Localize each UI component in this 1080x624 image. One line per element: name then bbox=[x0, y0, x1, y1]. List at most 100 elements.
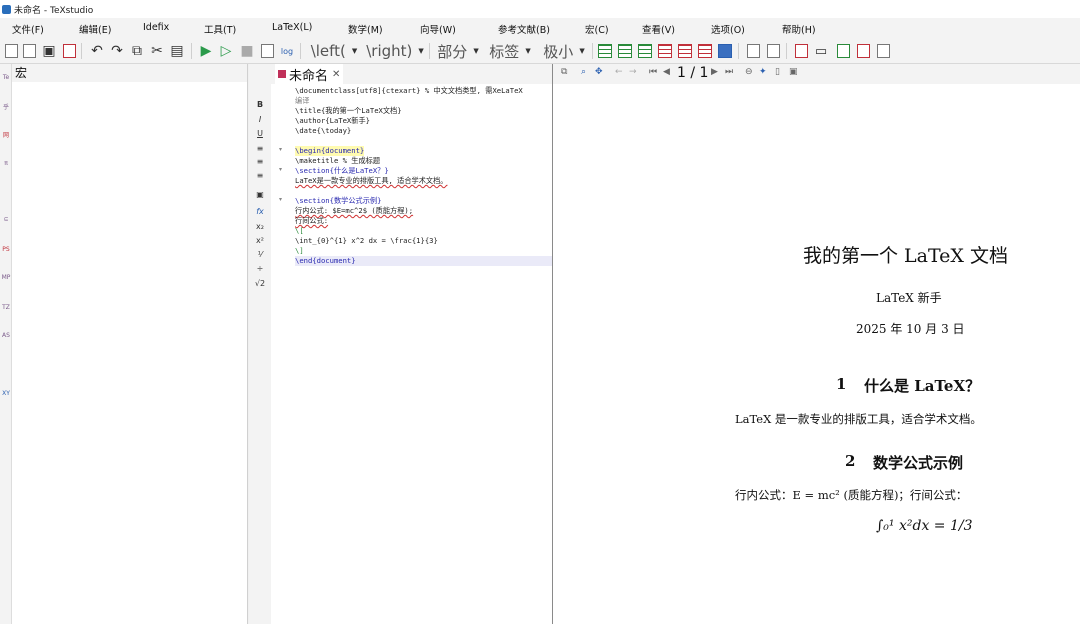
table-remove-cell-icon[interactable] bbox=[696, 42, 714, 60]
menu-latex[interactable]: LaTeX(L) bbox=[272, 22, 312, 33]
section-combo[interactable]: 部分 ▼ bbox=[434, 42, 482, 61]
sidebar-tab-xymatrix[interactable]: XY bbox=[0, 390, 12, 397]
back-icon[interactable]: ← bbox=[615, 67, 623, 77]
editor-pane: 未命名 ✕ ▾ ▾ ▾ \documentclass[utf8]{ctexart… bbox=[271, 64, 555, 624]
menu-edit[interactable]: 编辑(E) bbox=[79, 22, 111, 36]
code-line: \maketitle % 生成标题 bbox=[295, 156, 381, 165]
code-line: \int_{0}^{1} x^2 dx = \frac{1}{3} bbox=[295, 236, 438, 245]
menu-view[interactable]: 查看(V) bbox=[642, 22, 675, 36]
menu-wizards[interactable]: 向导(W) bbox=[420, 22, 456, 36]
sidebar-tab-pstricks[interactable]: PS bbox=[0, 246, 12, 253]
sync-icon[interactable]: ⧉ bbox=[561, 67, 567, 77]
menu-options[interactable]: 选项(O) bbox=[711, 22, 745, 36]
sidebar-tab-metapost[interactable]: MP bbox=[0, 274, 12, 281]
zoom-tool-icon[interactable]: ⌕ bbox=[581, 67, 586, 77]
new-from-template-icon[interactable] bbox=[20, 42, 38, 60]
right-delimiter-combo[interactable]: \right) ▼ bbox=[364, 42, 426, 60]
stop-compile-icon[interactable]: ■ bbox=[238, 42, 256, 60]
fold-section2-icon[interactable]: ▾ bbox=[279, 196, 282, 203]
macro-panel: 宏 bbox=[12, 64, 248, 624]
window-title: 未命名 - TeXstudio bbox=[14, 5, 94, 16]
new-line-icon[interactable]: ▣ bbox=[249, 190, 271, 199]
bold-button[interactable]: B bbox=[249, 100, 271, 109]
section1-title: 什么是 LaTeX？ bbox=[864, 377, 981, 395]
label-combo[interactable]: 标签 ▼ bbox=[486, 42, 534, 61]
sidebar-tab-structure[interactable]: Te bbox=[0, 74, 12, 81]
view-log-icon[interactable]: log bbox=[278, 42, 296, 60]
underline-button[interactable]: U bbox=[249, 129, 271, 138]
copy-icon[interactable]: ⧉ bbox=[128, 42, 146, 60]
menu-bibliography[interactable]: 参考文献(B) bbox=[498, 22, 550, 36]
fold-section1-icon[interactable]: ▾ bbox=[279, 166, 282, 173]
paste-icon[interactable]: ▤ bbox=[168, 42, 186, 60]
font-size-combo[interactable]: 极小 ▼ bbox=[540, 42, 588, 61]
sidebar-tab-asymptote[interactable]: AS bbox=[0, 332, 12, 339]
align-right-icon[interactable]: ≡ bbox=[249, 171, 271, 180]
section1-body: LaTeX 是一款专业的排版工具，适合学术文档。 bbox=[735, 412, 982, 426]
italic-button[interactable]: I bbox=[249, 115, 271, 124]
sidebar-tab-greek[interactable]: π bbox=[0, 160, 12, 167]
superscript-button[interactable]: x² bbox=[249, 236, 271, 245]
code-line: 行内公式: $E=mc^2$ (质能方程); bbox=[295, 206, 414, 215]
table-add-column-icon[interactable] bbox=[636, 42, 654, 60]
table-remove-column-icon[interactable] bbox=[676, 42, 694, 60]
menu-macros[interactable]: 宏(C) bbox=[585, 22, 609, 36]
fold-begin-document-icon[interactable]: ▾ bbox=[279, 146, 282, 153]
view-pdf-icon[interactable] bbox=[258, 42, 276, 60]
macro-panel-title: 宏 bbox=[12, 64, 247, 82]
insert-box-icon[interactable] bbox=[874, 42, 892, 60]
insert-text-icon[interactable] bbox=[792, 42, 810, 60]
menu-math[interactable]: 数学(M) bbox=[348, 22, 383, 36]
align-center-icon[interactable]: ≡ bbox=[249, 157, 271, 166]
spell-check-icon[interactable] bbox=[744, 42, 762, 60]
build-and-view-icon[interactable]: ▶ bbox=[197, 42, 215, 60]
fit-page-icon[interactable]: ▣ bbox=[789, 67, 798, 77]
table-align-icon[interactable] bbox=[716, 42, 734, 60]
previous-page-icon[interactable]: ◀ bbox=[663, 67, 670, 77]
table-icon[interactable] bbox=[596, 42, 614, 60]
page-indicator[interactable]: 1 / 1 bbox=[677, 65, 708, 81]
tab-untitled[interactable]: 未命名 ✕ bbox=[275, 64, 344, 84]
forward-icon[interactable]: → bbox=[629, 67, 637, 77]
sqrt-button[interactable]: √2 bbox=[249, 279, 271, 288]
redo-icon[interactable]: ↷ bbox=[108, 42, 126, 60]
structure-icon[interactable] bbox=[764, 42, 782, 60]
code-line: 行间公式: bbox=[295, 216, 329, 225]
left-delimiter-combo[interactable]: \left(▼ bbox=[308, 42, 360, 60]
section1-number: 1 bbox=[836, 375, 847, 393]
sidebar-tab-bookmarks[interactable]: 网 bbox=[0, 130, 12, 139]
first-page-icon[interactable]: ⏮ bbox=[649, 67, 657, 77]
insert-image-icon[interactable] bbox=[854, 42, 872, 60]
menu-tools[interactable]: 工具(T) bbox=[204, 22, 236, 36]
menu-idefix[interactable]: Idefix bbox=[143, 22, 169, 33]
close-file-icon[interactable] bbox=[60, 42, 78, 60]
undo-icon[interactable]: ↶ bbox=[88, 42, 106, 60]
align-left-icon[interactable]: ≡ bbox=[249, 144, 271, 153]
fit-width-icon[interactable]: ▯ bbox=[775, 67, 780, 77]
code-editor[interactable]: \documentclass[utf8]{ctexart} % 中文文档类型, … bbox=[291, 84, 555, 624]
last-page-icon[interactable]: ⏭ bbox=[725, 67, 733, 77]
menu-file[interactable]: 文件(F) bbox=[12, 22, 44, 36]
sidebar-tab-operators[interactable]: ⊆ bbox=[0, 216, 12, 223]
save-icon[interactable]: ▣ bbox=[40, 42, 58, 60]
compile-icon[interactable]: ▷ bbox=[217, 42, 235, 60]
menu-help[interactable]: 帮助(H) bbox=[782, 22, 816, 36]
table-remove-row-icon[interactable] bbox=[656, 42, 674, 60]
dfrac-icon[interactable]: ÷ bbox=[249, 264, 271, 273]
subscript-button[interactable]: x₂ bbox=[249, 222, 271, 231]
comment-icon[interactable]: ▭ bbox=[812, 42, 830, 60]
new-file-icon[interactable] bbox=[2, 42, 20, 60]
insert-figure-icon[interactable] bbox=[834, 42, 852, 60]
close-tab-icon[interactable]: ✕ bbox=[332, 69, 340, 80]
sidebar-tab-symbols[interactable]: 乎 bbox=[0, 102, 12, 111]
zoom-out-icon[interactable]: ⊖ bbox=[745, 67, 753, 77]
pan-tool-icon[interactable]: ✥ bbox=[595, 67, 603, 77]
cut-icon[interactable]: ✂ bbox=[148, 42, 166, 60]
next-page-icon[interactable]: ▶ bbox=[711, 67, 718, 77]
sidebar-tab-tikz[interactable]: TZ bbox=[0, 304, 12, 311]
table-add-row-icon[interactable] bbox=[616, 42, 634, 60]
zoom-in-icon[interactable]: ✦ bbox=[759, 67, 767, 77]
fraction-icon[interactable]: ⅟ bbox=[249, 250, 271, 259]
code-line: \] bbox=[295, 246, 304, 255]
math-mode-button[interactable]: fx bbox=[249, 207, 271, 216]
